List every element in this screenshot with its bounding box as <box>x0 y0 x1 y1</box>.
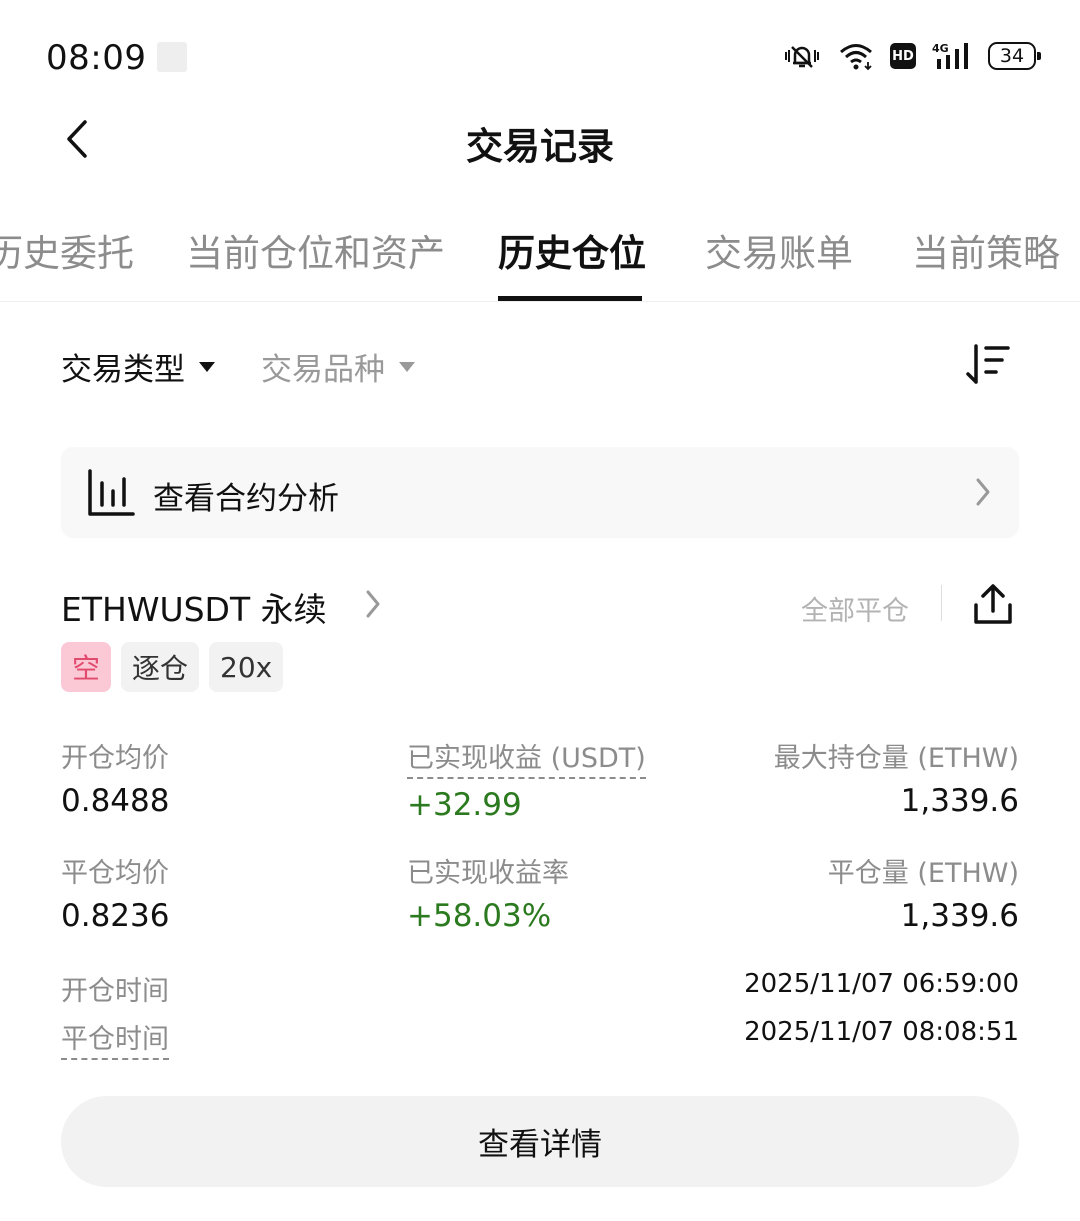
leverage-tag: 20x <box>209 642 284 692</box>
status-bar: 08:09 HD 4G 34 <box>0 0 1080 110</box>
battery-level: 34 <box>999 45 1025 67</box>
chevron-right-icon <box>976 478 990 506</box>
margin-mode-tag: 逐仓 <box>121 642 200 692</box>
status-icons: HD 4G 34 <box>782 38 1041 74</box>
nav-header: 交易记录 <box>0 100 1080 180</box>
close-avg-price: 平仓均价 0.8236 <box>61 851 169 934</box>
realized-pnl: 已实现收益 (USDT) +32.99 <box>407 736 646 823</box>
filter-bar: 交易类型 交易品种 <box>0 330 1080 400</box>
trade-symbol-label: 交易品种 <box>261 352 385 388</box>
open-avg-price: 开仓均价 0.8488 <box>61 736 169 819</box>
status-time: 08:09 <box>46 38 147 78</box>
tab-positions-assets[interactable]: 当前仓位和资产 <box>186 223 445 277</box>
close-avg-price-value: 0.8236 <box>61 898 170 934</box>
hd-icon: HD <box>890 43 916 69</box>
active-tab-indicator <box>498 296 642 301</box>
close-time-row: 平仓时间 2025/11/07 08:08:51 <box>61 1017 1019 1060</box>
battery-icon: 34 <box>988 42 1041 70</box>
tab-trade-bills[interactable]: 交易账单 <box>705 223 853 277</box>
bar-chart-icon <box>88 469 135 516</box>
close-amount-value: 1,339.6 <box>900 898 1019 934</box>
share-button[interactable] <box>971 583 1015 627</box>
open-time-value: 2025/11/07 06:59:00 <box>744 969 1019 999</box>
close-all-button[interactable]: 全部平仓 <box>801 589 909 628</box>
max-position: 最大持仓量 (ETHW) 1,339.6 <box>774 736 1019 819</box>
close-time-value: 2025/11/07 08:08:51 <box>744 1017 1019 1047</box>
open-avg-price-value: 0.8488 <box>61 783 170 819</box>
position-tags: 空 逐仓 20x <box>61 642 284 692</box>
tab-position-history[interactable]: 历史仓位 <box>498 223 646 277</box>
mute-vibrate-icon <box>785 46 819 68</box>
cellular-signal-icon: 4G <box>932 42 968 69</box>
wifi-icon <box>840 44 872 71</box>
chevron-right-icon[interactable] <box>365 589 381 619</box>
sort-button[interactable] <box>964 342 1014 388</box>
open-avg-price-label: 开仓均价 <box>61 743 169 774</box>
contract-analysis-label: 查看合约分析 <box>153 481 339 517</box>
trade-symbol-dropdown[interactable]: 交易品种 <box>261 344 415 389</box>
caret-down-icon <box>199 361 215 372</box>
position-header: ETHWUSDT 永续 全部平仓 <box>61 583 1019 633</box>
tab-bar: 历史委托 当前仓位和资产 历史仓位 交易账单 当前策略 <box>0 215 1080 302</box>
divider <box>941 585 942 621</box>
caret-down-icon <box>399 361 415 372</box>
network-type: 4G <box>932 42 949 55</box>
tab-current-strategy[interactable]: 当前策略 <box>912 223 1060 277</box>
close-amount-label: 平仓量 (ETHW) <box>827 858 1019 889</box>
contract-analysis-banner[interactable]: 查看合约分析 <box>61 447 1019 538</box>
open-time-label: 开仓时间 <box>61 976 169 1007</box>
max-position-label: 最大持仓量 (ETHW) <box>773 743 1019 774</box>
trade-type-label: 交易类型 <box>61 352 185 388</box>
max-position-value: 1,339.6 <box>900 783 1019 819</box>
realized-pnl-rate-value: +58.03% <box>407 898 552 934</box>
direction-tag: 空 <box>61 642 112 692</box>
share-icon <box>974 584 1012 624</box>
page-title: 交易记录 <box>466 125 614 168</box>
close-avg-price-label: 平仓均价 <box>61 858 169 889</box>
open-time-row: 开仓时间 2025/11/07 06:59:00 <box>61 969 1019 1009</box>
close-amount: 平仓量 (ETHW) 1,339.6 <box>828 851 1019 934</box>
close-time-label[interactable]: 平仓时间 <box>61 1017 169 1060</box>
realized-pnl-rate-label: 已实现收益率 <box>407 858 569 889</box>
realized-pnl-label[interactable]: 已实现收益 (USDT) <box>407 736 646 779</box>
notification-placeholder-icon <box>157 42 187 72</box>
tab-order-history[interactable]: 历史委托 <box>0 223 134 277</box>
position-symbol[interactable]: ETHWUSDT 永续 <box>61 583 327 631</box>
trade-type-dropdown[interactable]: 交易类型 <box>61 344 215 389</box>
view-details-button[interactable]: 查看详情 <box>61 1096 1019 1187</box>
sort-icon <box>966 344 1010 384</box>
realized-pnl-rate: 已实现收益率 +58.03% <box>407 851 569 934</box>
realized-pnl-value: +32.99 <box>407 787 522 823</box>
